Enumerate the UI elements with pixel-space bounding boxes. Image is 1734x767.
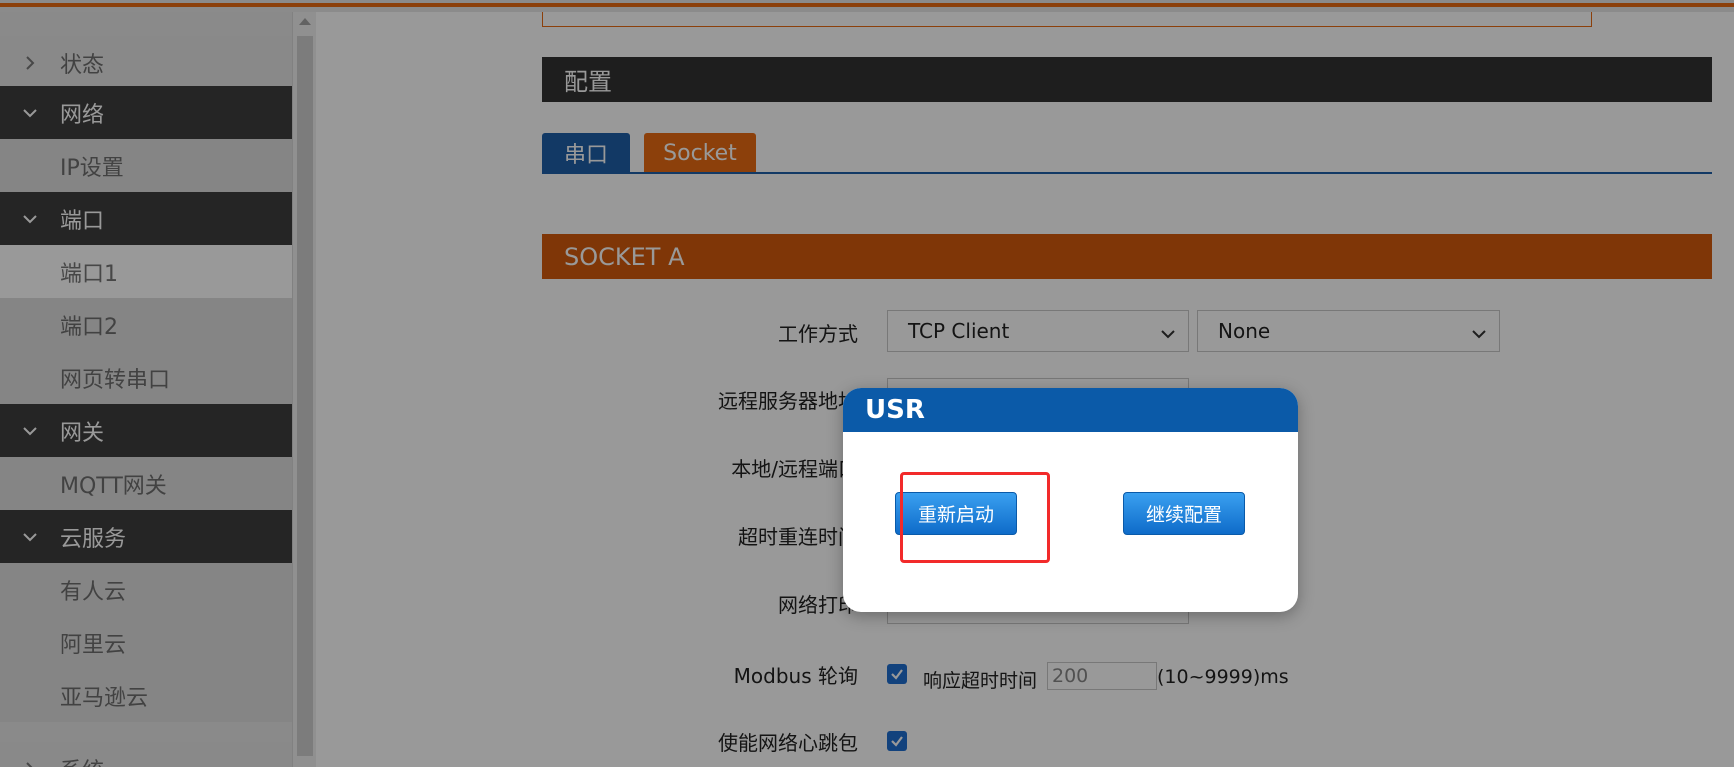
restart-highlight-annotation (900, 472, 1050, 563)
continue-config-button[interactable]: 继续配置 (1123, 492, 1245, 535)
dialog-title: USR (865, 395, 925, 425)
dialog-header: USR (843, 388, 1298, 432)
modal-overlay[interactable] (0, 0, 1734, 767)
continue-button-label: 继续配置 (1145, 504, 1222, 526)
